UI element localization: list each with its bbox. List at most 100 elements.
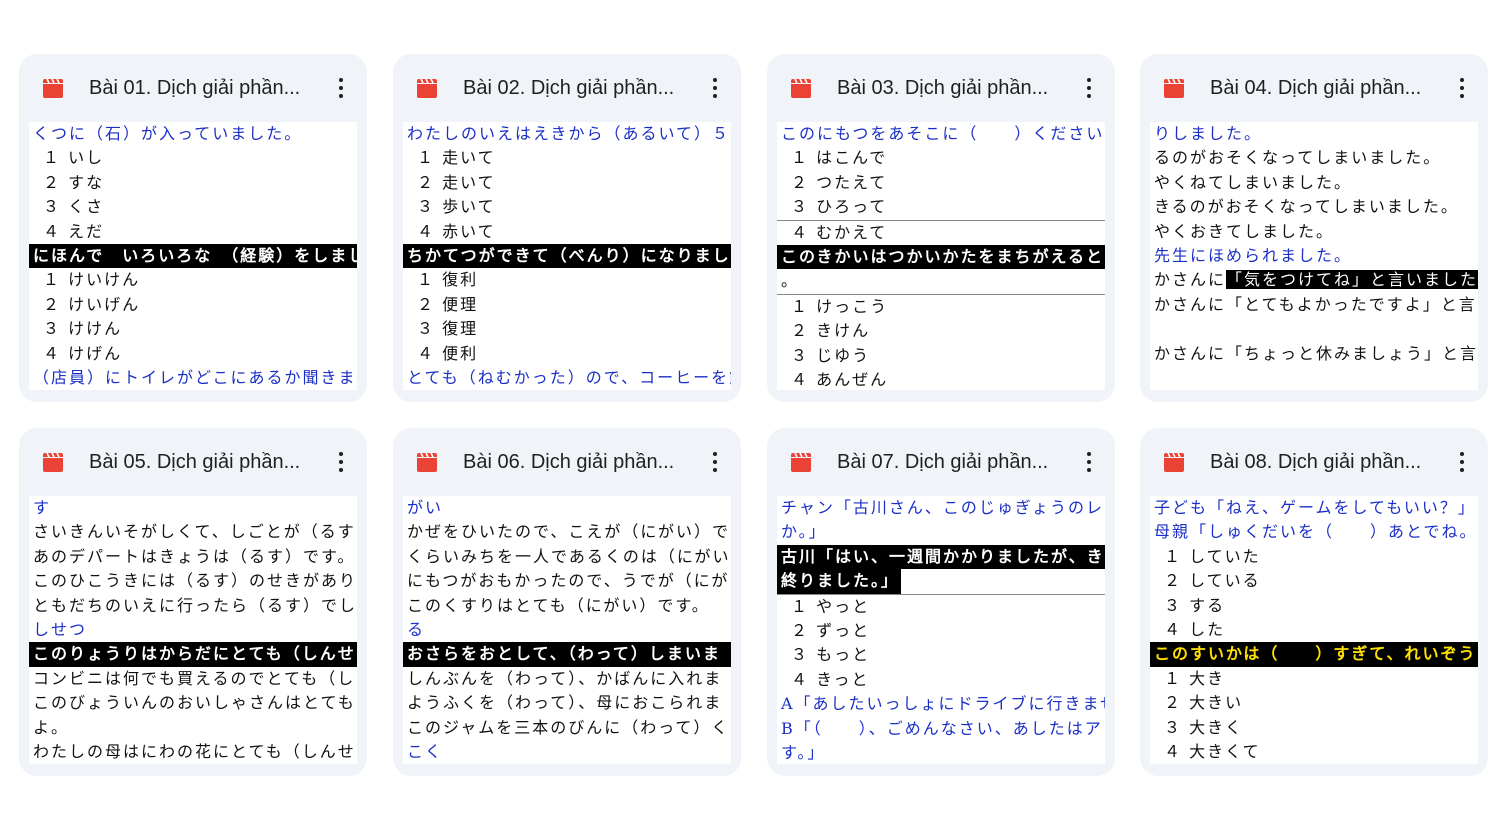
card-title: Bài 07. Dịch giải phần... [837,451,1049,473]
more-vert-icon-dot [339,86,343,90]
more-vert-icon-dot [1460,94,1464,98]
more-vert-icon [1087,78,1091,82]
card-thumbnail[interactable]: すさいきんいそがしくて、しごとが（るす あのデパートはきょうは（るす）です。 このひ… [29,496,357,764]
thumbnail-line: １ けっこう [777,293,1105,319]
thumbnail-line: がい [407,498,444,517]
thumbnail-line: ３ じゆう [791,345,871,365]
file-card[interactable]: Bài 06. Dịch giải phần... がい かぜをひいたので、こえが… [393,428,741,776]
thumbnail-line: このジャムを三本のびんに（わって）く [407,717,730,737]
thumbnail-line: とても（ねむかった）ので、コーヒーを飲 [407,367,731,387]
thumbnail-line: １ 復利 [417,270,479,290]
thumbnail-line: ３ もっと [791,645,871,665]
thumbnail-line: ２ 走いて [417,172,496,192]
more-vert-icon [339,452,343,456]
card-header[interactable]: Bài 08. Dịch giải phần... [1140,428,1488,496]
file-card[interactable]: Bài 08. Dịch giải phần... 子ども「ねえ、ゲームをしても… [1140,428,1488,776]
thumbnail-line: 古川「はい、一週間かかりましたが、き [777,544,1105,570]
card-thumbnail[interactable]: このにもつをあそこに（ ）ください。 １ はこんで ２ つたえて ３ ひろって ４ むか… [777,122,1105,390]
thumbnail-line: このびょういんのおいしゃさんはとても [33,693,356,713]
thumbnail-line: きるのがおそくなってしまいました。 [1154,197,1459,217]
video-file-icon [43,452,63,472]
more-vert-icon-dot [1460,460,1464,464]
thumbnail-line: １ けいけん [43,270,141,290]
video-file-icon [417,78,437,98]
card-thumbnail[interactable]: くつに（石）が入っていました。 １ いし ２ すな ３ くさ ４ えだ にほんで いろいろ… [29,122,357,390]
file-card[interactable]: Bài 05. Dịch giải phần... すさいきんいそがしくて、しご… [19,428,367,776]
thumbnail-line: ４ 便利 [417,343,479,363]
card-thumbnail[interactable]: りしました。 るのがおそくなってしまいました。 やくねてしまいました。 きるのがおそく… [1150,122,1478,390]
thumbnail-line: 母親「しゅくだいを（ ）あとでね。 [1154,522,1478,542]
thumbnail-line: わたしの母はにわの花にとても（しんせ [33,741,356,761]
video-file-icon [43,78,63,98]
card-thumbnail[interactable]: わたしのいえはえきから（あるいて）５分 １ 走いて ２ 走いて ３ 歩いて ４ 赤いてち… [403,122,731,390]
video-file-icon [1164,452,1184,472]
more-options-button[interactable] [1446,72,1478,104]
more-vert-icon [713,452,717,456]
more-vert-icon-dot [713,86,717,90]
thumbnail-line: ２ きけん [791,321,871,341]
card-title: Bài 02. Dịch giải phần... [463,77,675,99]
file-card[interactable]: Bài 02. Dịch giải phần... わたしのいえはえきから（ある… [393,54,741,402]
thumbnail-line: かさんに「気をつけてね」と言いました [1154,270,1478,290]
more-vert-icon-dot [713,460,717,464]
card-header[interactable]: Bài 04. Dịch giải phần... [1140,54,1488,122]
card-header[interactable]: Bài 06. Dịch giải phần... [393,428,741,496]
thumbnail-line: ３ ひろって [791,197,888,217]
more-vert-icon [1460,78,1464,82]
file-card[interactable]: Bài 07. Dịch giải phần... チャン「古川さん、このじゅぎ… [767,428,1115,776]
thumbnail-line: にほんで いろいろな （経験）をしまし [29,243,357,269]
video-file-icon [417,452,437,472]
thumbnail-line: ３ くさ [43,197,105,217]
thumbnail-line: ４ えだ [43,221,105,241]
thumbnail-line: １ いし [43,148,105,168]
more-vert-icon-dot [713,94,717,98]
card-thumbnail[interactable]: 子ども「ねえ、ゲームをしてもいい？」 母親「しゅくだいを（ ）あとでね。 １ してい… [1150,496,1478,764]
thumbnail-line: りしました。 [1154,124,1263,143]
thumbnail-line: ２ 便理 [417,294,479,314]
card-thumbnail[interactable]: がい かぜをひいたので、こえが（にがい）で くらいみちを一人であるくのは（にがい にも… [403,496,731,764]
thumbnail-line: ４ むかえて [777,219,1105,245]
more-options-button[interactable] [1073,72,1105,104]
thumbnail-line: ４ 大きくて [1164,741,1261,761]
thumbnail-line: にもつがおもかったので、うでが（にが [407,571,730,591]
card-thumbnail[interactable]: チャン「古川さん、このじゅぎょうのレ か。」 古川「はい、一週間かかりましたが、き終… [777,496,1105,764]
card-title: Bài 05. Dịch giải phần... [89,451,301,473]
more-vert-icon-dot [1087,94,1091,98]
file-grid: Bài 01. Dịch giải phần... くつに（石）が入っていました… [0,0,1500,825]
thumbnail-line: このりょうりはからだにとても（しんせ [29,642,357,667]
thumbnail-line: ちかてつができて（べんり）になりました [403,243,731,269]
thumbnail-line: くつに（石）が入っていました。 [33,124,303,143]
more-options-button[interactable] [325,72,357,104]
card-title: Bài 01. Dịch giải phần... [89,77,301,99]
file-card[interactable]: Bài 03. Dịch giải phần... このにもつをあそこに（ ）く… [767,54,1115,402]
thumbnail-line: １ していた [1164,546,1261,566]
more-options-button[interactable] [699,72,731,104]
more-options-button[interactable] [325,446,357,478]
more-vert-icon-dot [1460,468,1464,472]
thumbnail-line: このきかいはつかいかたをまちがえると [777,244,1105,270]
card-header[interactable]: Bài 02. Dịch giải phần... [393,54,741,122]
card-header[interactable]: Bài 03. Dịch giải phần... [767,54,1115,122]
file-card[interactable]: Bài 01. Dịch giải phần... くつに（石）が入っていました… [19,54,367,402]
thumbnail-line: ３ する [1164,595,1226,615]
thumbnail-line: ２ けいげん [43,294,141,314]
thumbnail-line: A「あしたいっしょにドライブに行きませ [781,694,1105,714]
thumbnail-line: しんぶんを（わって）、かばんに入れま [407,668,723,688]
more-options-button[interactable] [1073,446,1105,478]
more-vert-icon-dot [1460,86,1464,90]
thumbnail-line: 終りました。」 [777,569,901,594]
thumbnail-line: おさらをおとして、（わって）しまいま [403,642,731,667]
card-header[interactable]: Bài 07. Dịch giải phần... [767,428,1115,496]
more-options-button[interactable] [699,446,731,478]
thumbnail-line: チャン「古川さん、このじゅぎょうのレ [781,498,1105,517]
file-card[interactable]: Bài 04. Dịch giải phần... りしました。 るのがおそくなっ… [1140,54,1488,402]
thumbnail-line: ４ けげん [43,343,123,363]
card-header[interactable]: Bài 05. Dịch giải phần... [19,428,367,496]
card-title: Bài 04. Dịch giải phần... [1210,77,1422,99]
more-vert-icon-dot [339,468,343,472]
card-header[interactable]: Bài 01. Dịch giải phần... [19,54,367,122]
more-vert-icon [339,78,343,82]
more-vert-icon-dot [339,94,343,98]
thumbnail-line: こく [407,741,444,761]
more-options-button[interactable] [1446,446,1478,478]
